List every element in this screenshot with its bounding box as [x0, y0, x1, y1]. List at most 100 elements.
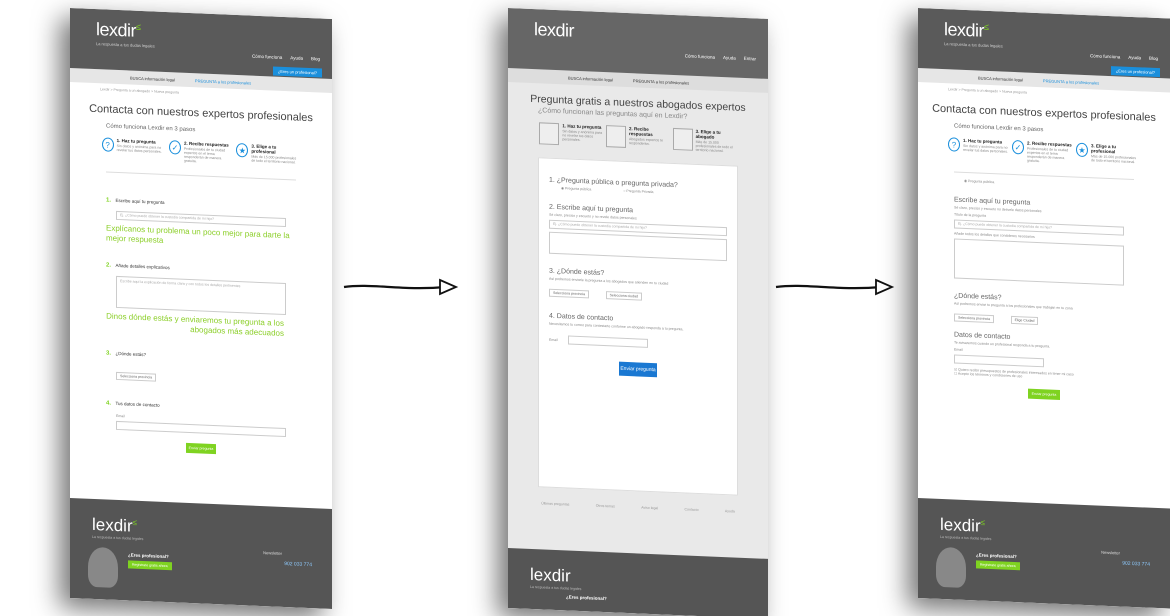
step-title: 3. Elige a tu profesional — [251, 143, 277, 155]
subnav-item[interactable]: BUSCA información legal — [568, 75, 613, 82]
pro-cta-button[interactable]: ¿Eres un profesional? — [272, 66, 322, 78]
subnav-item[interactable]: PREGUNTA a los profesionales — [633, 78, 689, 85]
top-nav: Cómo funciona Ayuda Entrar — [685, 53, 756, 61]
top-nav: Cómo funciona Ayuda Blog — [252, 54, 320, 62]
footer-tagline: La respuesta a tus dudas legales — [92, 534, 144, 542]
step-text: Más de 15.000 profesionales de todo el t… — [251, 154, 297, 165]
newsletter-label: Newsletter — [263, 550, 282, 556]
page-title: Contacta con nuestros expertos profesion… — [89, 102, 313, 125]
public-radio[interactable]: ◉ Pregunta pública — [964, 179, 1134, 190]
step-text: Sin datos y anónima para no revelar tus … — [562, 129, 603, 143]
image-placeholder — [672, 127, 693, 151]
section-number: 3. — [106, 350, 112, 357]
footer-tagline: La respuesta a tus dudas legales — [940, 534, 992, 542]
nav-item[interactable]: Blog — [1149, 56, 1158, 61]
details-textarea[interactable] — [954, 238, 1124, 286]
step-title: 3. Elige a tu abogado — [695, 128, 721, 140]
logo[interactable]: lexdir≤ — [96, 19, 140, 42]
province-select[interactable]: Selecciona provincia — [954, 313, 995, 324]
email-input[interactable] — [954, 354, 1044, 368]
details-textarea[interactable] — [549, 231, 727, 262]
section-title: Escribe aquí tu pregunta — [115, 197, 165, 205]
email-label: Email — [549, 337, 558, 342]
footer-logo: lexdir≤ — [92, 514, 138, 536]
footer-link[interactable]: Últimas preguntas — [541, 501, 569, 506]
step-text: Más de 15.000 profesionales de todo el t… — [1091, 154, 1136, 165]
section-title: ¿Dónde estás? — [115, 350, 146, 358]
subnav-item-active[interactable]: PREGUNTA a los profesionales — [195, 78, 251, 85]
footer: lexdir≤ La respuesta a tus dudas legales… — [918, 498, 1170, 609]
nav-item[interactable]: Ayuda — [723, 55, 736, 61]
subnav-item-active[interactable]: PREGUNTA a los profesionales — [1043, 78, 1099, 85]
nav-item[interactable]: Ayuda — [1128, 55, 1141, 61]
avatar-illustration — [88, 546, 118, 589]
logo[interactable]: lexdir — [534, 19, 574, 42]
header: lexdir≤ La respuesta a tus dudas legales… — [918, 8, 1170, 79]
province-select[interactable]: Selecciona provincia — [116, 371, 157, 382]
tagline: La respuesta a tus dudas legales — [96, 41, 155, 49]
header: lexdir Cómo funciona Ayuda Entrar — [508, 8, 768, 79]
public-radio[interactable]: ◉ Pregunta pública — [561, 186, 591, 191]
arrow-right-icon — [775, 278, 895, 296]
question-icon: ? — [101, 137, 114, 152]
steps: ? 1. Haz tu pregunta Sin datos y anónima … — [918, 132, 1170, 173]
register-button[interactable]: Regístrate gratis ahora — [128, 560, 172, 571]
nav-item[interactable]: Cómo funciona — [252, 54, 282, 60]
email-input[interactable] — [567, 335, 648, 348]
image-placeholder — [539, 122, 560, 146]
step-1: ? 1. Haz tu pregunta Sin datos y anónima … — [101, 137, 166, 162]
province-select[interactable]: Selecciona provincia — [549, 288, 590, 299]
star-icon: ★ — [1076, 142, 1088, 158]
subnav-item[interactable]: BUSCA información legal — [978, 75, 1023, 82]
footer-link[interactable]: Ayuda — [725, 509, 735, 513]
mockup-stage: lexdir≤ La respuesta a tus dudas legales… — [0, 0, 1170, 616]
check-icon: ✓ — [168, 140, 181, 155]
footer-logo: lexdir — [530, 564, 571, 586]
nav-item[interactable]: Entrar — [744, 56, 756, 62]
nav-item[interactable]: Cómo funciona — [1090, 53, 1120, 59]
mockup-wireframe-annotated: lexdir≤ La respuesta a tus dudas legales… — [70, 8, 332, 609]
nav-item[interactable]: Blog — [311, 56, 320, 61]
private-radio[interactable]: ○ Pregunta Privada — [623, 189, 653, 194]
section-number: 4. — [106, 400, 112, 407]
avatar-illustration — [936, 546, 966, 589]
page-title: Contacta con nuestros expertos profesion… — [932, 102, 1156, 124]
city-select[interactable]: Elige Ciudad — [1010, 315, 1039, 326]
submit-button[interactable]: Enviar pregunta — [186, 442, 216, 455]
city-select[interactable]: Selecciona ciudad — [605, 291, 642, 301]
footer-link[interactable]: Otros temas — [596, 504, 615, 509]
step-3: ★ 3. Elige a tu profesional Más de 15.000… — [236, 142, 300, 168]
image-placeholder — [605, 125, 626, 148]
footer-logo: lexdir≤ — [940, 514, 986, 536]
section-contact: 4. Tus datos de contacto — [106, 392, 296, 418]
register-button[interactable]: Regístrate gratis ahora — [976, 560, 1020, 571]
footer-link[interactable]: Aviso legal — [641, 506, 658, 511]
footer-links: Últimas preguntas Otros temas Aviso lega… — [528, 501, 748, 514]
footer: lexdir≤ La respuesta a tus dudas legales… — [70, 498, 332, 609]
footer-question: ¿Eres profesional? — [566, 594, 607, 602]
mockup-wireframe-grey: lexdir Cómo funciona Ayuda Entrar BUSCA … — [508, 8, 768, 616]
footer-link[interactable]: Contacto — [685, 507, 699, 512]
details-textarea[interactable]: Escribe aquí la explicación de forma cla… — [116, 275, 286, 316]
submit-button[interactable]: Enviar pregunta — [619, 361, 657, 378]
top-nav: Cómo funciona Ayuda Blog — [1090, 53, 1158, 61]
check-icon: ✓ — [1012, 139, 1024, 155]
section-number: 1. — [106, 197, 112, 204]
submit-button[interactable]: Enviar pregunta — [1028, 388, 1060, 400]
step-text: Sin datos y anónima para no revelar tus … — [963, 143, 1008, 154]
section-question: 1. Escribe aquí tu pregunta — [106, 189, 296, 215]
step-2: ✓ 2. Recibe respuestas Profesionales de t… — [1012, 139, 1076, 165]
step-text: Profesionales de tu ciudad expertos en e… — [183, 146, 226, 164]
section-number: 2. — [106, 262, 112, 269]
subnav-item[interactable]: BUSCA información legal — [130, 75, 175, 82]
newsletter-label: Newsletter — [1101, 549, 1120, 556]
logo[interactable]: lexdir≤ — [944, 19, 988, 42]
nav-item[interactable]: Ayuda — [290, 55, 303, 61]
step-title: 2. Recibe respuestas — [628, 126, 653, 138]
pro-cta-button[interactable]: ¿Eres un profesional? — [1110, 66, 1160, 78]
email-row: Email — [539, 331, 737, 354]
footer: lexdir La respuesta a tus dudas legales … — [508, 548, 768, 616]
step-title: 3. Elige a tu profesional — [1091, 143, 1117, 155]
nav-item[interactable]: Cómo funciona — [685, 53, 715, 59]
phone-number: 902 033 774 — [1122, 560, 1150, 568]
